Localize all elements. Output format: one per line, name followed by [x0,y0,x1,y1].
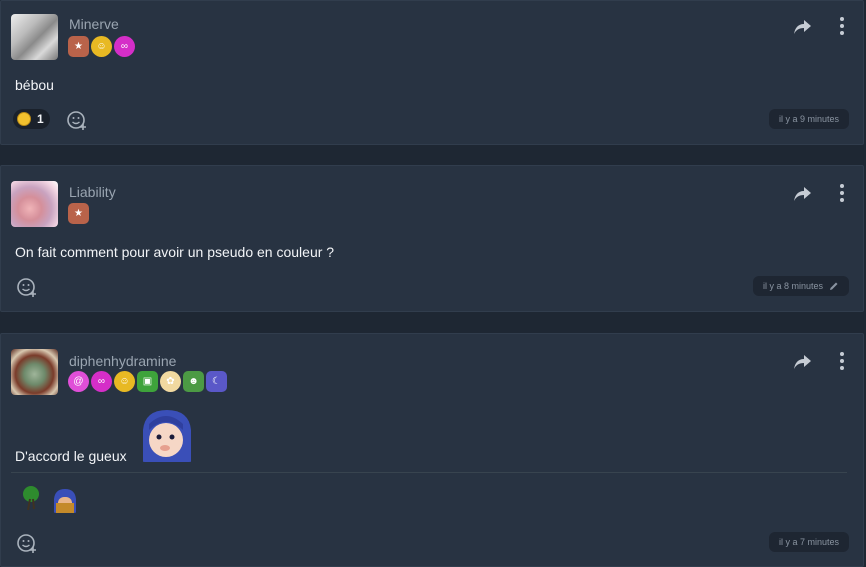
moon-badge-icon[interactable]: ☾ [206,371,227,392]
anime-girl-reaction-icon[interactable] [52,487,78,513]
add-reaction-icon[interactable] [66,109,88,131]
timestamp-badge: il y a 8 minutes [752,276,849,296]
post-card: Minerve ★ ☺ ∞ bébou 1 il y a 9 minutes [0,0,864,145]
more-options-icon[interactable] [839,17,845,35]
badge-list: @ ∞ ☺ ▣ ✿ ☻ ☾ [68,371,227,392]
badge-list: ★ ☺ ∞ [68,36,135,57]
pink-infinity-badge-icon[interactable]: ∞ [114,36,135,57]
timestamp-badge: il y a 9 minutes [768,109,849,129]
username[interactable]: diphenhydramine [69,353,176,369]
green-plant-reaction-icon[interactable] [19,485,45,511]
smiley-badge-icon[interactable]: ☺ [114,371,135,392]
more-options-icon[interactable] [839,184,845,202]
timestamp-badge: il y a 7 minutes [768,532,849,552]
avatar[interactable] [11,181,58,227]
smiley-badge-icon[interactable]: ☺ [91,36,112,57]
post-content: bébou [15,77,54,93]
anime-girl-badge-icon[interactable]: ✿ [160,371,181,392]
post-content: On fait comment pour avoir un pseudo en … [15,244,335,260]
divider [11,472,847,473]
reaction-chip[interactable]: 1 [13,109,50,129]
share-icon[interactable] [793,185,813,203]
green-box-badge-icon[interactable]: ▣ [137,371,158,392]
post-card: diphenhydramine @ ∞ ☺ ▣ ✿ ☻ ☾ D'accord l… [0,333,864,567]
bronze-star-badge-icon[interactable]: ★ [68,36,89,57]
add-reaction-icon[interactable] [16,276,38,298]
timestamp: il y a 8 minutes [762,281,823,291]
add-reaction-icon[interactable] [16,532,38,554]
timestamp: il y a 7 minutes [778,537,839,547]
more-options-icon[interactable] [839,352,845,370]
post-card: Liability ★ On fait comment pour avoir u… [0,165,864,312]
badge-list: ★ [68,203,89,224]
edited-pencil-icon [830,282,838,290]
share-icon[interactable] [793,18,813,36]
smiley-reaction-icon [17,112,31,126]
pink-infinity-badge-icon[interactable]: ∞ [91,371,112,392]
username[interactable]: Minerve [69,16,119,32]
share-icon[interactable] [793,353,813,371]
timestamp: il y a 9 minutes [778,114,839,124]
post-content: D'accord le gueux [15,448,127,464]
anime-sticker-image [139,408,195,462]
bronze-star-badge-icon[interactable]: ★ [68,203,89,224]
username[interactable]: Liability [69,184,116,200]
pink-spiral-badge-icon[interactable]: @ [68,371,89,392]
avatar[interactable] [11,349,58,395]
avatar[interactable] [11,14,58,60]
green-smiley-badge-icon[interactable]: ☻ [183,371,204,392]
reaction-count: 1 [37,112,44,126]
